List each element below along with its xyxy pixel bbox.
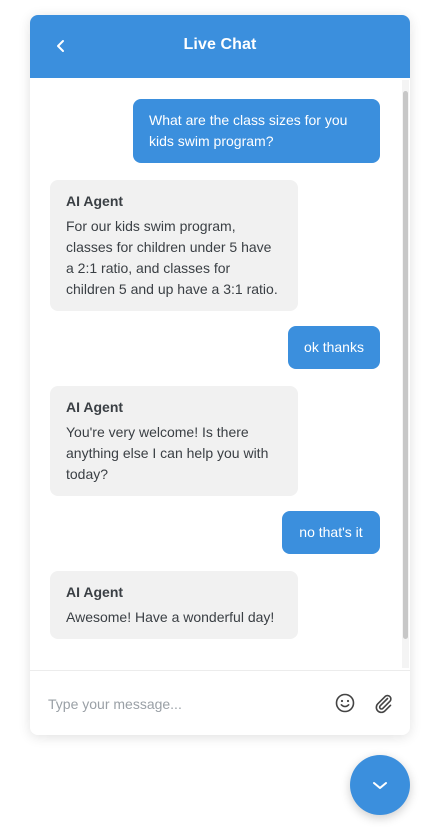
message-text: What are the class sizes for you kids sw…	[149, 112, 348, 149]
chat-widget: Live Chat What are the class sizes for y…	[30, 15, 410, 735]
message-text: ok thanks	[304, 339, 364, 355]
user-message: What are the class sizes for you kids sw…	[133, 99, 380, 163]
message-text: You're very welcome! Is there anything e…	[66, 424, 269, 482]
agent-name: AI Agent	[66, 399, 124, 415]
message-input[interactable]	[46, 691, 320, 717]
agent-name: AI Agent	[66, 584, 124, 600]
scrollbar-thumb[interactable]	[403, 91, 408, 639]
smiley-icon	[335, 693, 355, 713]
chat-header: Live Chat	[30, 15, 410, 78]
message-text: no that's it	[299, 524, 363, 540]
agent-name: AI Agent	[66, 193, 124, 209]
agent-message: AI Agent Awesome! Have a wonderful day!	[50, 571, 298, 639]
user-message: ok thanks	[288, 326, 380, 369]
attach-button[interactable]	[372, 692, 394, 714]
scroll-down-button[interactable]	[350, 755, 410, 815]
message-text: Awesome! Have a wonderful day!	[66, 609, 275, 625]
agent-message: AI Agent You're very welcome! Is there a…	[50, 386, 298, 496]
paperclip-icon	[375, 694, 392, 714]
message-list[interactable]: What are the class sizes for you kids sw…	[30, 78, 410, 670]
emoji-button[interactable]	[334, 692, 356, 714]
chat-title: Live Chat	[183, 36, 257, 53]
user-message: no that's it	[282, 511, 380, 554]
agent-message: AI Agent For our kids swim program, clas…	[50, 180, 298, 311]
chevron-down-icon	[373, 782, 387, 789]
message-text: For our kids swim program, classes for c…	[66, 218, 278, 297]
message-composer	[30, 670, 410, 735]
